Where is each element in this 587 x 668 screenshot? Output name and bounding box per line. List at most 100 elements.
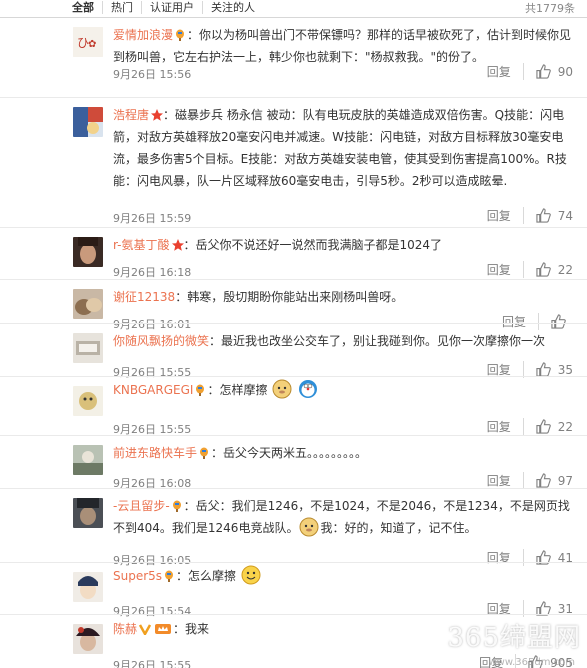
username-link[interactable]: r-氨基丁酸 bbox=[113, 238, 170, 252]
avatar[interactable] bbox=[73, 624, 103, 654]
vip-balloon-icon bbox=[175, 26, 185, 41]
thumbs-up-icon bbox=[536, 64, 551, 79]
like-button[interactable]: 97 bbox=[524, 473, 573, 488]
comment-actions: 回复 22 bbox=[487, 261, 573, 278]
tab-following[interactable]: 关注的人 bbox=[203, 1, 263, 14]
tab-all[interactable]: 全部 bbox=[0, 1, 103, 14]
comment-body: 你随风飘扬的微笑：最近我也改坐公交车了，别让我碰到你。见你一次摩擦你一次 bbox=[113, 330, 573, 352]
comment-actions: 回复 22 bbox=[487, 418, 573, 435]
comment-text: ：韩寒，殷切期盼你能站出来刚杨叫兽呀。 bbox=[175, 290, 404, 304]
avatar[interactable] bbox=[73, 237, 103, 267]
avatar[interactable] bbox=[73, 289, 103, 319]
comment-time: 9月26日 16:18 bbox=[113, 266, 192, 279]
username-link[interactable]: 陈赫 bbox=[113, 622, 137, 636]
like-count: 22 bbox=[557, 419, 573, 434]
reply-button[interactable]: 回复 bbox=[487, 472, 524, 489]
comment-item: -云且留步- ：岳父：我们是1246，不是1024，不是2046，不是1234，不… bbox=[0, 488, 587, 572]
comment-body: 爱情加浪漫 ：你以为杨叫兽出门不带保镖吗？那样的话早被砍死了，估计到时候你见到杨叫… bbox=[113, 24, 573, 68]
comment-text: ：怎样摩擦 bbox=[207, 383, 268, 397]
username-link[interactable]: 你随风飘扬的微笑 bbox=[113, 334, 209, 348]
username-link[interactable]: -云且留步- bbox=[113, 499, 170, 513]
comment-actions: 回复 74 bbox=[487, 207, 573, 224]
verified-v-icon bbox=[138, 620, 152, 637]
doge-emoji-icon bbox=[272, 379, 292, 399]
comment-item: KNBGARGEGI ：怎样摩擦 9月26日 15:55 回复 22 bbox=[0, 376, 587, 436]
site-watermark: 365缔盟网 bbox=[447, 623, 581, 653]
comment-item: Super5s ：怎么摩擦 9月26日 15:54 回复 31 bbox=[0, 562, 587, 618]
like-count: 74 bbox=[557, 208, 573, 223]
comment-body: 浩程唐 ：磁暴步兵 杨永信 被动：队有电玩皮肤的英雄造成双倍伤害。Q技能：闪电箭，… bbox=[113, 104, 573, 192]
comment-count: 共1779条 bbox=[525, 1, 575, 15]
comment-body: -云且留步- ：岳父：我们是1246，不是1024，不是2046，不是1234，不… bbox=[113, 495, 573, 539]
comment-item: 前进东路快车手 ：岳父今天两米五。。。。。。。。。 9月26日 16:08 回复 … bbox=[0, 435, 587, 493]
thumbs-up-icon bbox=[536, 419, 551, 434]
comment-body: 前进东路快车手 ：岳父今天两米五。。。。。。。。。 bbox=[113, 442, 573, 464]
like-button[interactable]: 90 bbox=[524, 64, 573, 79]
doraemon-emoji-icon bbox=[298, 379, 318, 399]
like-button[interactable]: 22 bbox=[524, 419, 573, 434]
comment-time: 9月26日 15:55 bbox=[113, 659, 192, 668]
avatar[interactable] bbox=[73, 498, 103, 528]
comment-text: ：我来 bbox=[173, 622, 210, 636]
vip-balloon-icon bbox=[199, 444, 209, 459]
avatar[interactable] bbox=[73, 333, 103, 363]
star-icon bbox=[151, 106, 164, 121]
comment-body: Super5s ：怎么摩擦 bbox=[113, 565, 573, 587]
avatar[interactable]: ひ ✿ bbox=[73, 27, 103, 57]
site-watermark-url: www.365dm.com bbox=[488, 657, 575, 668]
member-crown-icon bbox=[155, 620, 172, 634]
vip-balloon-icon bbox=[164, 567, 174, 582]
vip-balloon-icon bbox=[172, 497, 182, 512]
vip-balloon-icon bbox=[195, 381, 205, 396]
thumbs-up-icon bbox=[536, 208, 551, 223]
comment-text: ：岳父今天两米五。。。。。。。。。 bbox=[211, 446, 368, 460]
username-link[interactable]: 谢征12138 bbox=[113, 290, 175, 304]
comment-item: ひ ✿ 爱情加浪漫 ：你以为杨叫兽出门不带保镖吗？那样的话早被砍死了，估计到时候你见… bbox=[0, 17, 587, 81]
username-link[interactable]: 爱情加浪漫 bbox=[113, 28, 173, 42]
username-link[interactable]: 浩程唐 bbox=[113, 108, 149, 122]
username-link[interactable]: KNBGARGEGI bbox=[113, 383, 193, 397]
svg-text:✿: ✿ bbox=[88, 39, 96, 50]
comment-text: ：磁暴步兵 杨永信 被动：队有电玩皮肤的英雄造成双倍伤害。Q技能：闪电箭，对敌方… bbox=[113, 108, 567, 188]
username-link[interactable]: 前进东路快车手 bbox=[113, 446, 197, 460]
reply-button[interactable]: 回复 bbox=[487, 418, 524, 435]
thumbs-up-icon bbox=[536, 262, 551, 277]
reply-button[interactable]: 回复 bbox=[487, 207, 524, 224]
like-button[interactable]: 22 bbox=[524, 262, 573, 277]
comment-time: 9月26日 15:56 bbox=[113, 68, 192, 81]
like-count: 97 bbox=[557, 473, 573, 488]
comment-body: r-氨基丁酸 ：岳父你不说还好一说然而我满脑子都是1024了 bbox=[113, 234, 573, 256]
avatar[interactable] bbox=[73, 107, 103, 137]
comment-item: 你随风飘扬的微笑：最近我也改坐公交车了，别让我碰到你。见你一次摩擦你一次 9月2… bbox=[0, 323, 587, 380]
username-link[interactable]: Super5s bbox=[113, 569, 162, 583]
like-count: 90 bbox=[557, 64, 573, 79]
comment-text-2: 我：好的，知道了，记不住。 bbox=[320, 521, 477, 535]
doge-emoji-icon bbox=[299, 517, 319, 537]
like-count: 35 bbox=[557, 362, 573, 377]
tab-hot[interactable]: 热门 bbox=[103, 1, 142, 14]
like-button[interactable]: 74 bbox=[524, 208, 573, 223]
comment-actions: 回复 97 bbox=[487, 472, 573, 489]
avatar[interactable] bbox=[73, 386, 103, 416]
like-count: 22 bbox=[557, 262, 573, 277]
thumbs-up-icon bbox=[536, 473, 551, 488]
smiley-emoji-icon bbox=[241, 565, 261, 585]
reply-button[interactable]: 回复 bbox=[487, 63, 524, 80]
comment-body: 谢征12138：韩寒，殷切期盼你能站出来刚杨叫兽呀。 bbox=[113, 286, 573, 308]
thumbs-up-icon bbox=[536, 362, 551, 377]
reply-button[interactable]: 回复 bbox=[487, 261, 524, 278]
comment-text: ：怎么摩擦 bbox=[176, 569, 237, 583]
comment-actions: 回复 90 bbox=[487, 63, 573, 80]
comment-text: ：岳父你不说还好一说然而我满脑子都是1024了 bbox=[183, 238, 443, 252]
comment-text: ：最近我也改坐公交车了，别让我碰到你。见你一次摩擦你一次 bbox=[209, 334, 546, 348]
avatar[interactable] bbox=[73, 445, 103, 475]
like-button[interactable]: 35 bbox=[524, 362, 573, 377]
tab-verified[interactable]: 认证用户 bbox=[142, 1, 203, 14]
comment-body: KNBGARGEGI ：怎样摩擦 bbox=[113, 379, 573, 401]
avatar[interactable] bbox=[73, 572, 103, 602]
star-icon bbox=[171, 236, 184, 251]
comment-item: 浩程唐 ：磁暴步兵 杨永信 被动：队有电玩皮肤的英雄造成双倍伤害。Q技能：闪电箭，… bbox=[0, 97, 587, 226]
comment-item: r-氨基丁酸 ：岳父你不说还好一说然而我满脑子都是1024了 9月26日 16:1… bbox=[0, 227, 587, 279]
comment-time: 9月26日 15:59 bbox=[113, 212, 192, 225]
comment-filter-tabs: 全部 热门 认证用户 关注的人 共1779条 bbox=[0, 0, 587, 15]
